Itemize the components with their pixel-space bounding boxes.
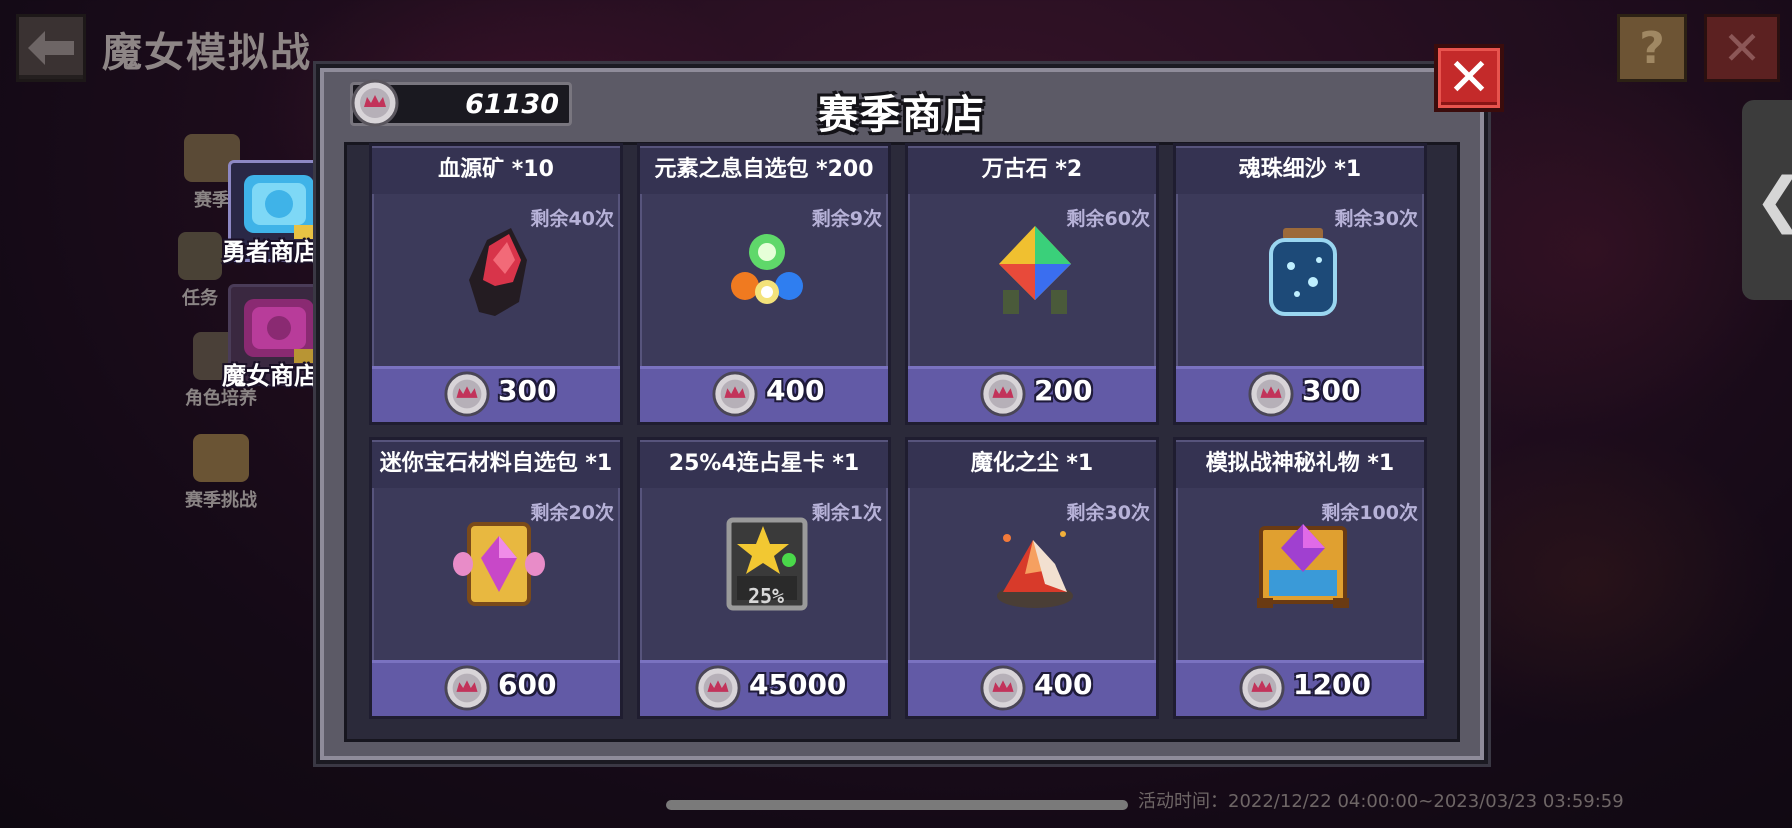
buy-button[interactable]: 45000 [640,660,888,716]
star-card-badge: 25% [747,584,785,608]
item-name: 迷你宝石材料自选包 *1 [372,442,620,488]
buy-button[interactable]: 1200 [1176,660,1424,716]
season-coin-icon [980,665,1026,715]
gem-material-pack-icon [453,522,545,606]
item-name: 万古石 *2 [908,148,1156,194]
buy-button[interactable]: 600 [372,660,620,716]
item-price: 400 [766,374,825,407]
item-remaining-count: 剩余9次 [811,208,882,230]
item-price: 45000 [749,668,847,701]
shop-item-card[interactable]: 万古石 *2 剩余60次 200 [905,143,1159,425]
item-price: 300 [1302,374,1361,407]
buy-button[interactable]: 200 [908,366,1156,422]
shop-item-grid: 血源矿 *10 剩余40次 300 元素之息自选包 *200 剩余9次 400 万古石 *2… [344,142,1460,742]
challenge-chest-icon [193,434,249,482]
item-name: 血源矿 *10 [372,148,620,194]
demon-dust-icon [997,531,1073,608]
hero-shop-label: 勇者商店 [222,238,318,266]
season-coin-icon [444,371,490,421]
sidebar-item-season-challenge[interactable]: 赛季挑战 [176,434,266,512]
sidebar-item-label: 赛季挑战 [185,490,257,511]
item-remaining-count: 剩余1次 [811,502,882,524]
item-price: 600 [498,668,557,701]
sidebar-item-label: 赛季 [194,190,230,211]
element-breath-icon [731,234,803,304]
sidebar-item-tasks[interactable]: 任务 [170,232,230,310]
buy-button[interactable]: 400 [640,366,888,422]
season-coin-icon [712,371,758,421]
item-name: 魂珠细沙 *1 [1176,148,1424,194]
season-coin-icon [444,665,490,715]
home-indicator[interactable] [666,800,1128,810]
dialog-close-button[interactable]: ✕ [1434,44,1504,112]
item-price: 200 [1034,374,1093,407]
chevron-left-icon: ❮ [1754,165,1792,235]
item-price: 400 [1034,668,1093,701]
buy-button[interactable]: 400 [908,660,1156,716]
season-coin-icon [1239,665,1285,715]
back-button[interactable] [16,14,86,82]
season-coin-icon [980,371,1026,421]
help-button[interactable]: ? [1617,14,1687,82]
quill-icon [178,232,222,280]
sidebar-item-label: 任务 [182,288,218,309]
shop-item-card[interactable]: 元素之息自选包 *200 剩余9次 400 [637,143,891,425]
page-title: 魔女模拟战 [102,30,312,76]
blood-ore-icon [469,228,527,316]
season-shop-dialog: 61130 赛季商店 血源矿 *10 剩余40次 300 元素之息自选包 *200 剩余… [316,64,1488,764]
witch-shop-label: 魔女商店 [222,362,318,390]
soul-sand-jar-icon [1269,228,1337,316]
shop-item-card[interactable]: 迷你宝石材料自选包 *1 剩余20次 600 [369,437,623,719]
ancient-stone-icon [999,226,1071,314]
season-coin-icon [1248,371,1294,421]
shop-item-card[interactable]: 模拟战神秘礼物 *1 剩余100次 1200 [1173,437,1427,719]
shop-item-card[interactable]: 血源矿 *10 剩余40次 300 [369,143,623,425]
side-panel-toggle[interactable]: ❮ [1742,100,1792,300]
back-arrow-icon [28,31,74,65]
dialog-title: 赛季商店 [818,92,986,138]
item-name: 模拟战神秘礼物 *1 [1176,442,1424,488]
sidebar-item-label: 角色培养 [185,388,257,409]
buy-button[interactable]: 300 [1176,366,1424,422]
season-coin-icon [695,665,741,715]
event-time: 活动时间：2022/12/22 04:00:00~2023/03/23 03:5… [1138,791,1624,812]
mystery-gift-chest-icon [1257,524,1349,608]
shop-item-card[interactable]: 魔化之尘 *1 剩余30次 400 [905,437,1159,719]
item-name: 25%4连占星卡 *1 [640,442,888,488]
shop-item-card[interactable]: 魂珠细沙 *1 剩余30次 300 [1173,143,1427,425]
item-name: 元素之息自选包 *200 [640,148,888,194]
shop-item-card[interactable]: 25%4连占星卡 *1 剩余1次 45000 25% [637,437,891,719]
item-name: 魔化之尘 *1 [908,442,1156,488]
item-price: 300 [498,374,557,407]
buy-button[interactable]: 300 [372,366,620,422]
item-price: 1200 [1293,668,1371,701]
top-close-button[interactable]: ✕ [1704,14,1780,82]
